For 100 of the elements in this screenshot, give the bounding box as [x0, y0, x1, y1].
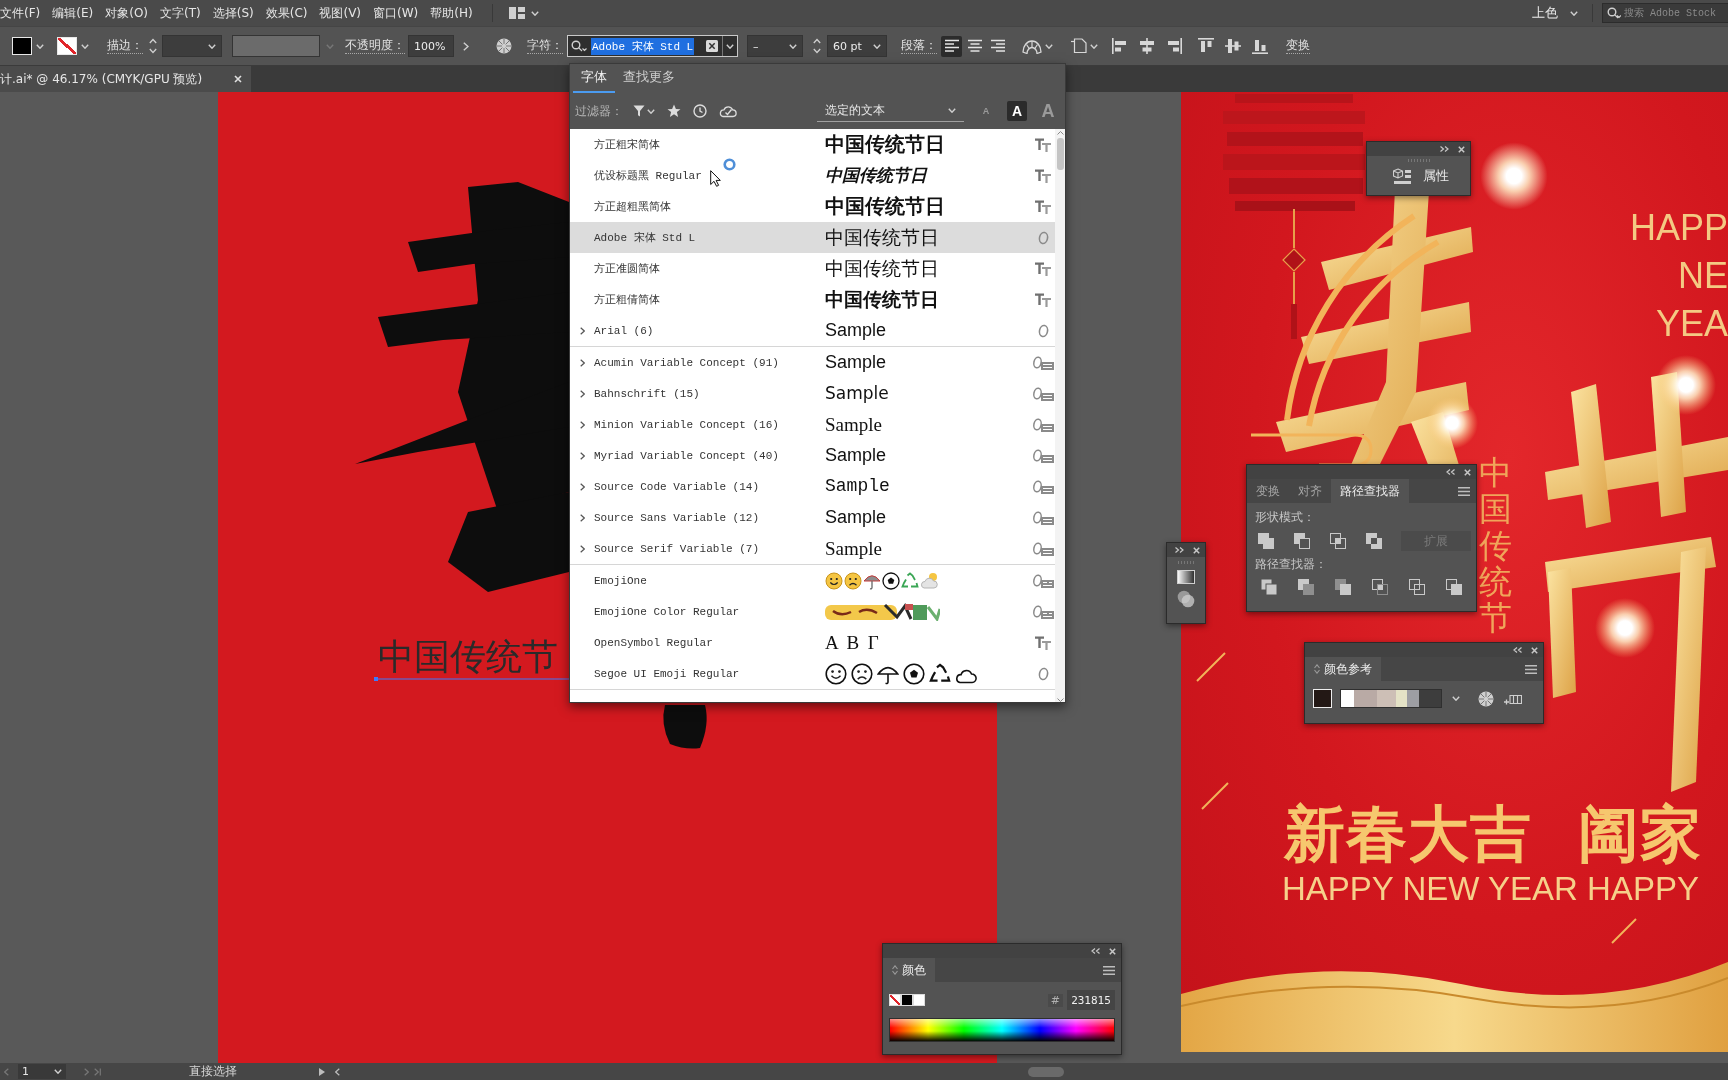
- font-list-item[interactable]: 方正准圆简体 中国传统节日: [570, 253, 1055, 284]
- collapse-icon[interactable]: [1446, 469, 1455, 475]
- panel-tab[interactable]: 颜色: [883, 958, 935, 982]
- font-list-item[interactable]: Source Serif Variable (7) Sample: [570, 533, 1055, 564]
- play-icon[interactable]: [319, 1067, 325, 1076]
- overlapping-squares-icon[interactable]: [1293, 532, 1311, 550]
- paragraph-label[interactable]: 段落：: [901, 38, 937, 54]
- align-vertical-center-icon[interactable]: [1225, 38, 1241, 54]
- font-menu-tab[interactable]: 字体: [573, 64, 615, 93]
- panel-tab[interactable]: 路径查找器: [1331, 479, 1409, 503]
- menu-item[interactable]: 视图(V): [316, 2, 365, 24]
- expand-chevron-icon[interactable]: [579, 420, 585, 429]
- preview-text-select[interactable]: 选定的文本: [817, 100, 964, 122]
- overlapping-squares-icon[interactable]: [1257, 532, 1275, 550]
- font-list-item[interactable]: Arial (6) Sample: [570, 315, 1055, 346]
- overlapping-squares-icon[interactable]: [1260, 578, 1278, 596]
- align-right-icon[interactable]: [1166, 38, 1182, 54]
- overlapping-squares-icon[interactable]: [1334, 578, 1352, 596]
- star-icon[interactable]: [667, 104, 681, 118]
- panel-menu-icon[interactable]: [1103, 965, 1115, 975]
- font-list-item[interactable]: 优设标题黑 Regular 中国传统节日: [570, 160, 1055, 191]
- font-list-item[interactable]: 方正粗倩简体 中国传统节日: [570, 284, 1055, 315]
- close-icon[interactable]: [1464, 468, 1471, 476]
- font-list-item[interactable]: Adobe 宋体 Std L 中国传统节日: [570, 222, 1055, 253]
- color-swatch-icon[interactable]: [913, 994, 925, 1006]
- menu-item[interactable]: 文字(T): [157, 2, 204, 24]
- align-top-icon[interactable]: [1198, 38, 1214, 54]
- expand-chevron-icon[interactable]: [579, 482, 585, 491]
- color-wheel-icon[interactable]: [496, 38, 512, 54]
- font-list-item[interactable]: Minion Variable Concept (16) Sample: [570, 409, 1055, 440]
- stepper-icon[interactable]: [149, 38, 157, 54]
- menu-item[interactable]: 选择(S): [209, 2, 257, 24]
- align-horizontal-center-icon[interactable]: [1139, 38, 1155, 54]
- scroll-up-icon[interactable]: [1056, 131, 1064, 135]
- font-list-item[interactable]: 方正超粗黑简体 中国传统节日: [570, 191, 1055, 222]
- stroke-profile-field[interactable]: [232, 35, 320, 57]
- close-icon[interactable]: [1458, 145, 1465, 153]
- font-list-item[interactable]: EmojiOne Color Regular: [570, 596, 1055, 627]
- panel-title-bar[interactable]: [1367, 142, 1470, 156]
- transform-label[interactable]: 变换: [1286, 38, 1310, 54]
- character-label[interactable]: 字符：: [527, 38, 563, 54]
- artboard-number-field[interactable]: 1: [18, 1064, 66, 1079]
- menu-item[interactable]: 帮助(H): [427, 2, 476, 24]
- hex-field[interactable]: 231815: [1067, 990, 1115, 1010]
- font-list-item[interactable]: Source Code Variable (14) Sample: [570, 471, 1055, 502]
- stroke-label[interactable]: 描边：: [107, 38, 143, 54]
- font-size-field[interactable]: 60 pt: [827, 35, 887, 57]
- align-bottom-icon[interactable]: [1252, 38, 1268, 54]
- workspace-menu[interactable]: 上色: [1532, 2, 1578, 24]
- panel-title-bar[interactable]: [1167, 543, 1205, 557]
- current-color-swatch[interactable]: [1313, 689, 1332, 708]
- menu-item[interactable]: 窗口(W): [370, 2, 422, 24]
- align-left-icon[interactable]: [1112, 38, 1128, 54]
- color-spectrum[interactable]: [889, 1018, 1115, 1042]
- panel-tab[interactable]: 颜色参考: [1305, 657, 1381, 681]
- chevron-left-icon[interactable]: [335, 1067, 340, 1076]
- font-list-item[interactable]: Segoe UI Emoji Regular: [570, 658, 1055, 689]
- font-list-item[interactable]: 方正粗宋简体 中国传统节日: [570, 129, 1055, 160]
- drag-grip-icon[interactable]: [1407, 159, 1430, 162]
- overlapping-squares-icon[interactable]: [1445, 578, 1463, 596]
- close-icon[interactable]: [1193, 546, 1200, 554]
- font-list-item[interactable]: Source Sans Variable (12) Sample: [570, 502, 1055, 533]
- opacity-label[interactable]: 不透明度：: [345, 38, 405, 54]
- panel-tab[interactable]: 变换: [1247, 479, 1289, 503]
- align-left-button[interactable]: [941, 35, 962, 57]
- expand-chevron-icon[interactable]: [579, 389, 585, 398]
- close-icon[interactable]: [1109, 947, 1116, 955]
- scroll-down-icon[interactable]: [1056, 698, 1064, 702]
- opacity-field[interactable]: 100%: [408, 35, 454, 57]
- close-icon[interactable]: [234, 75, 243, 83]
- close-icon[interactable]: [1531, 646, 1538, 654]
- font-list-item[interactable]: Myriad Variable Concept (40) Sample: [570, 440, 1055, 471]
- properties-button[interactable]: 属性: [1388, 168, 1449, 185]
- collapse-icon[interactable]: [1091, 948, 1100, 954]
- overlapping-squares-icon[interactable]: [1329, 532, 1347, 550]
- overlapping-squares-icon[interactable]: [1408, 578, 1426, 596]
- overlapping-circles-icon[interactable]: [1177, 590, 1195, 608]
- collapse-icon[interactable]: [1440, 146, 1449, 152]
- clock-icon[interactable]: [693, 104, 707, 118]
- font-style-field[interactable]: –: [747, 35, 803, 57]
- menu-item[interactable]: 效果(C): [262, 2, 311, 24]
- collapse-icon[interactable]: [1513, 647, 1522, 653]
- stepper-icon[interactable]: [813, 38, 821, 54]
- panel-menu-icon[interactable]: [1525, 664, 1537, 674]
- overlapping-squares-icon[interactable]: [1297, 578, 1315, 596]
- drag-grip-icon[interactable]: [1178, 561, 1194, 564]
- expand-chevron-icon[interactable]: [579, 451, 585, 460]
- fill-color-button[interactable]: [12, 37, 32, 55]
- scrollbar-thumb[interactable]: [1056, 138, 1064, 170]
- collapse-icon[interactable]: [1175, 547, 1184, 553]
- cloud-check-icon[interactable]: [719, 104, 737, 118]
- font-list-item[interactable]: Bahnschrift (15) Sample: [570, 378, 1055, 409]
- menu-item[interactable]: 对象(O): [102, 2, 152, 24]
- font-list-item[interactable]: OpenSymbol Regular Α Β Γ: [570, 627, 1055, 658]
- expand-chevron-icon[interactable]: [579, 326, 585, 335]
- scrollbar-thumb[interactable]: [1028, 1066, 1064, 1077]
- stroke-weight-field[interactable]: [162, 35, 222, 57]
- font-menu-tab[interactable]: 查找更多: [615, 64, 683, 93]
- harmony-color-bar[interactable]: [1340, 689, 1442, 708]
- color-wheel-icon[interactable]: [1478, 690, 1494, 707]
